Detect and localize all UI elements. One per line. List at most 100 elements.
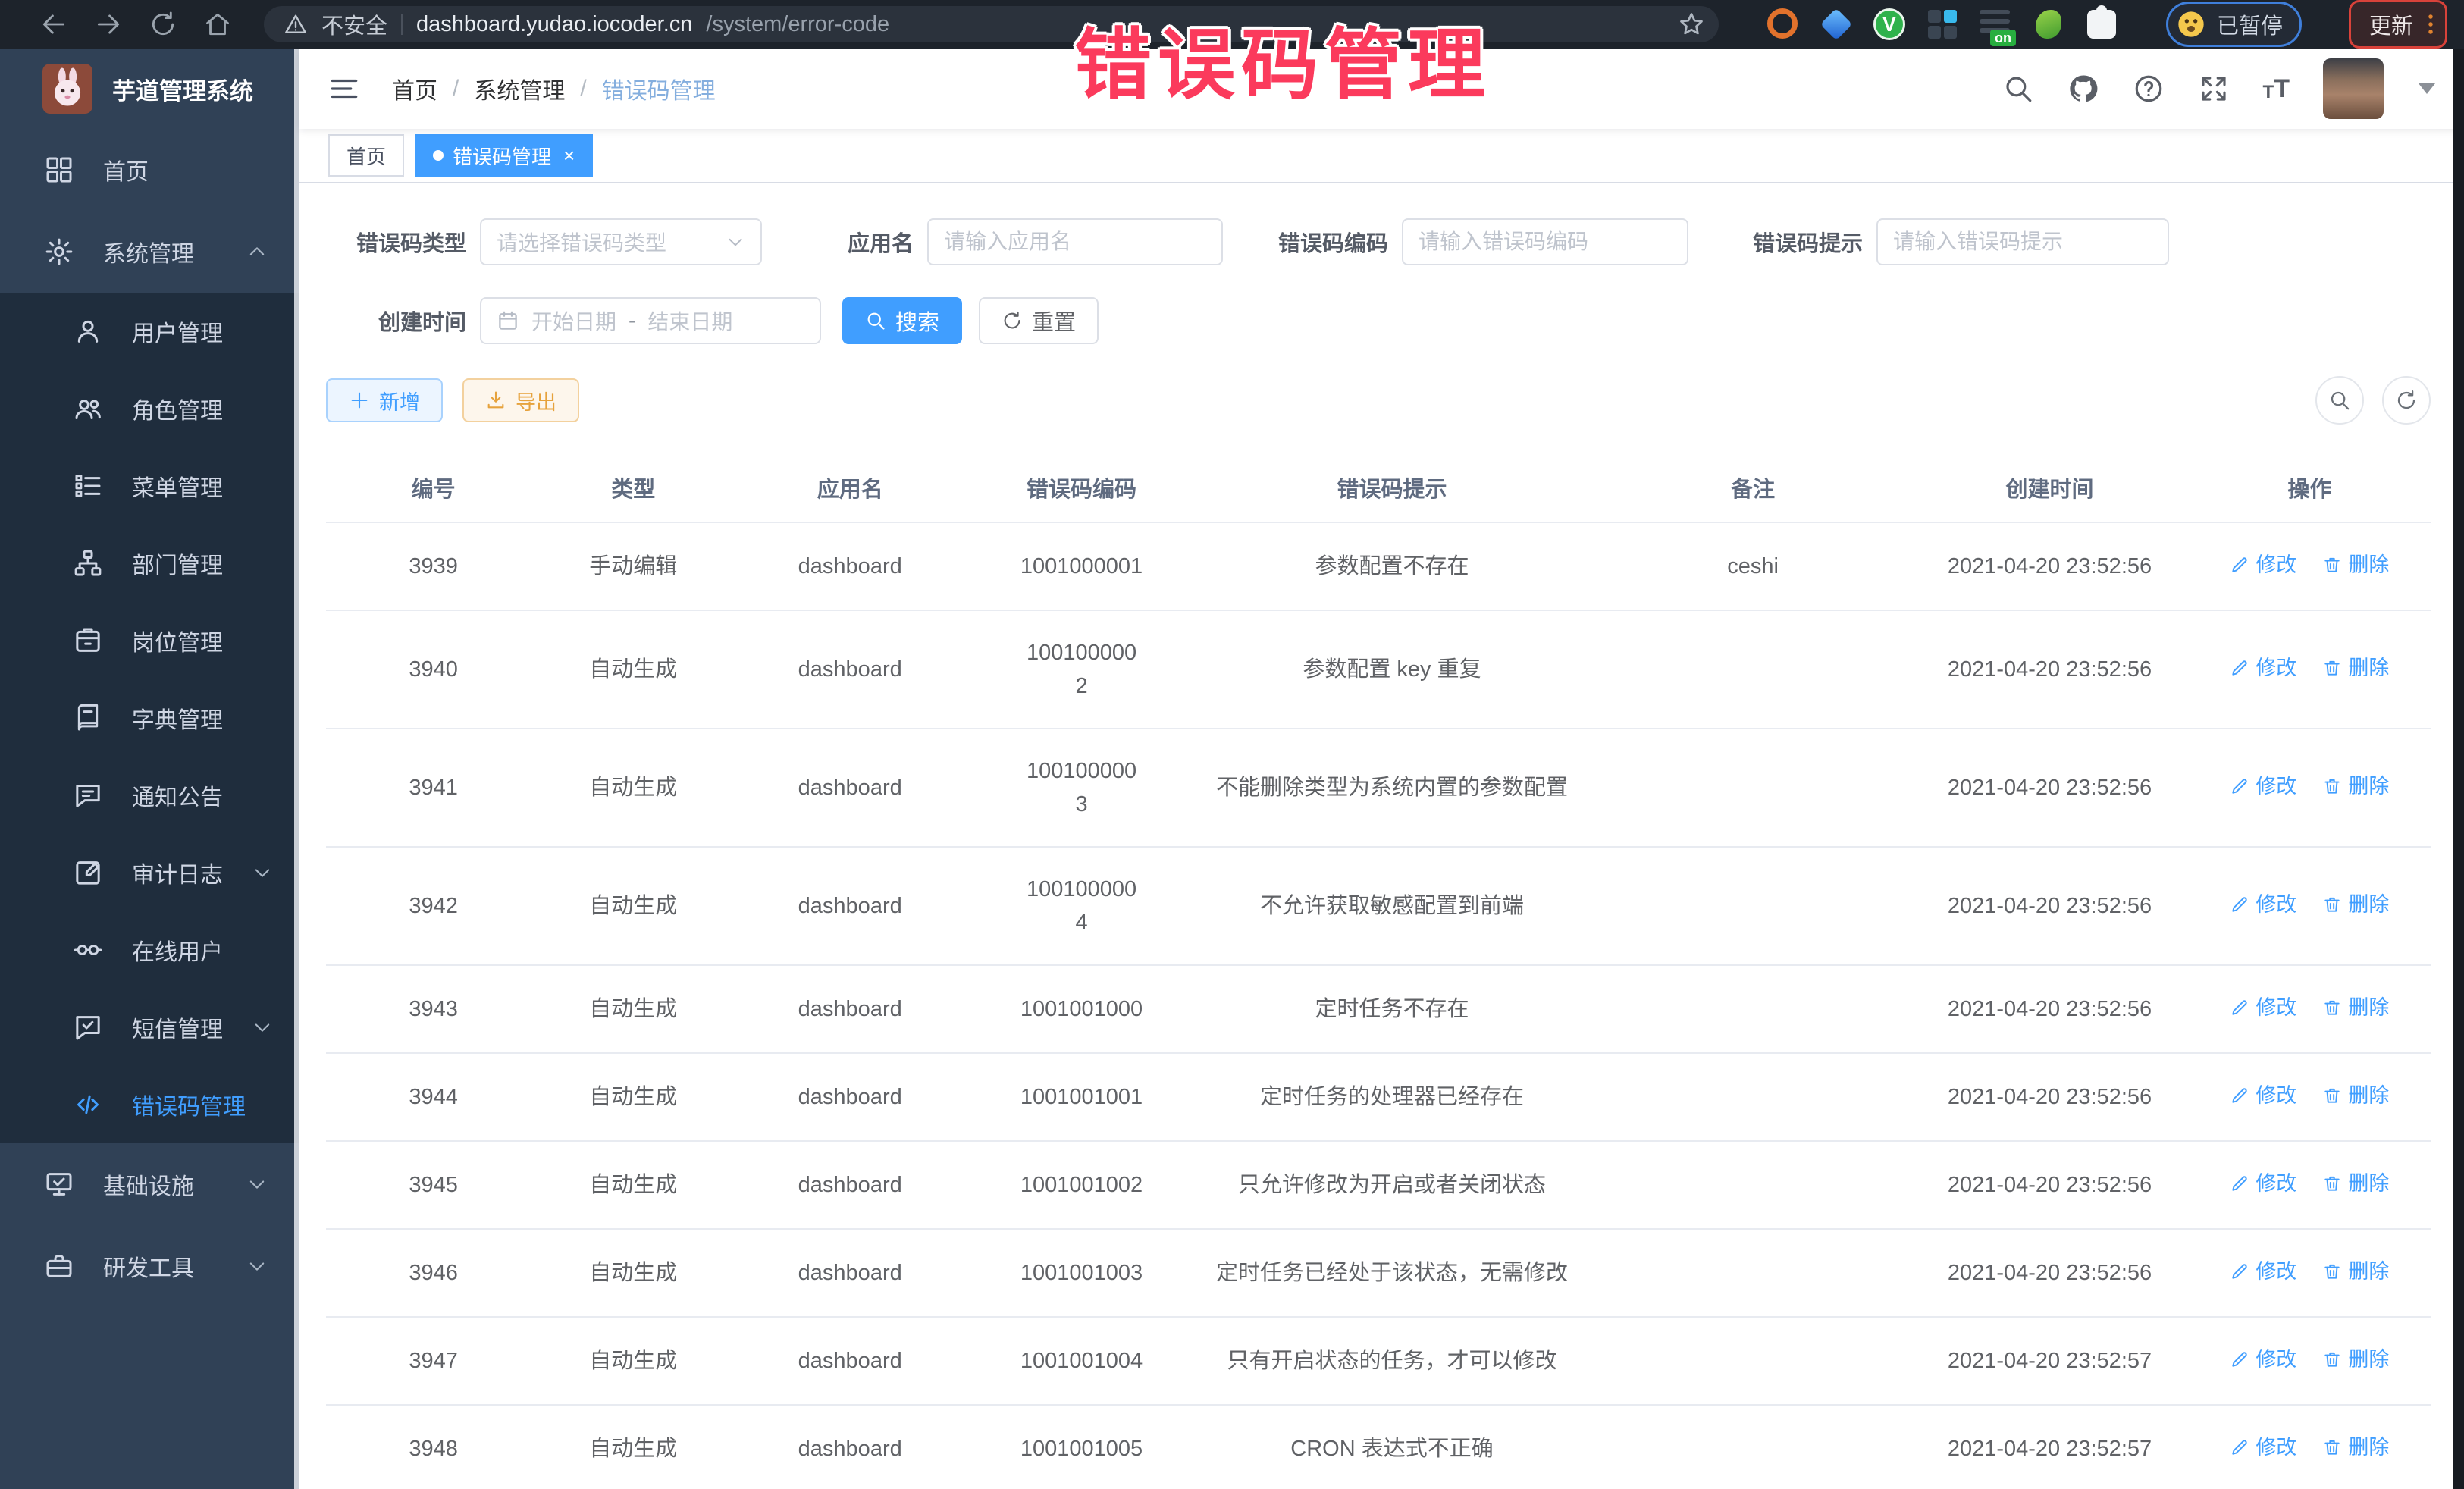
delete-link[interactable]: 删除	[2322, 651, 2389, 685]
bookmark-star-icon[interactable]	[1678, 11, 1705, 38]
speech-bubble-icon	[73, 780, 103, 810]
tab-home[interactable]: 首页	[328, 134, 404, 177]
sidebar-item-announcements[interactable]: 通知公告	[0, 757, 299, 834]
delete-link[interactable]: 删除	[2322, 548, 2389, 581]
home-icon[interactable]	[203, 10, 232, 39]
delete-link[interactable]: 删除	[2322, 1343, 2389, 1376]
edit-link[interactable]: 修改	[2230, 1079, 2296, 1112]
forward-icon[interactable]	[94, 10, 123, 39]
update-badge[interactable]: 更新	[2349, 0, 2447, 49]
extension-puzzle-icon[interactable]	[2086, 8, 2118, 40]
extension-gem-icon[interactable]	[1820, 8, 1852, 40]
edit-link[interactable]: 修改	[2230, 1255, 2296, 1288]
sidebar-item-online-users[interactable]: 在线用户	[0, 911, 299, 989]
delete-link[interactable]: 删除	[2322, 1431, 2389, 1464]
plus-icon	[349, 390, 370, 411]
browser-menu-icon[interactable]	[2427, 10, 2434, 39]
cell-remark	[1595, 965, 1911, 1053]
sidebar-item-departments[interactable]: 部门管理	[0, 525, 299, 602]
table-row: 3947 自动生成 dashboard 1001001004 只有开启状态的任务…	[326, 1317, 2431, 1405]
delete-link[interactable]: 删除	[2322, 1255, 2389, 1288]
paused-badge[interactable]: 已暂停	[2166, 2, 2302, 47]
edit-link[interactable]: 修改	[2230, 888, 2296, 921]
app-name-input[interactable]	[927, 218, 1223, 265]
date-range-picker[interactable]: 开始日期 - 结束日期	[480, 297, 821, 344]
warning-icon	[284, 12, 308, 36]
sidebar-item-roles[interactable]: 角色管理	[0, 370, 299, 447]
export-button[interactable]: 导出	[462, 378, 579, 422]
edit-link[interactable]: 修改	[2230, 548, 2296, 581]
sidebar: 芋道管理系统 首页 系统管理 用户管理 角色管理 菜单管理	[0, 49, 299, 1489]
add-button[interactable]: 新增	[326, 378, 443, 422]
extension-v-icon[interactable]: V	[1873, 8, 1905, 40]
sidebar-item-dictionary[interactable]: 字典管理	[0, 679, 299, 757]
security-label: 不安全	[321, 8, 387, 40]
sidebar-item-home[interactable]: 首页	[0, 129, 299, 211]
error-code-input[interactable]	[1402, 218, 1688, 265]
cell-remark	[1595, 1317, 1911, 1405]
cell-ops: 修改 删除	[2189, 1317, 2431, 1405]
extension-ring-icon[interactable]	[1767, 8, 1799, 40]
search-icon[interactable]	[2002, 73, 2034, 105]
close-icon[interactable]: ×	[563, 144, 575, 168]
cell-ops: 修改 删除	[2189, 965, 2431, 1053]
extension-sprout-icon[interactable]	[2033, 8, 2064, 40]
font-size-icon[interactable]: TT	[2263, 76, 2290, 102]
extension-on-icon[interactable]: on	[1980, 8, 2011, 40]
extension-grid-icon[interactable]	[1926, 8, 1958, 40]
window-scrollbar[interactable]	[2453, 49, 2464, 1489]
caret-down-icon[interactable]	[2419, 83, 2435, 94]
edit-link[interactable]: 修改	[2230, 1343, 2296, 1376]
breadcrumb-system[interactable]: 系统管理	[474, 72, 565, 105]
reset-button[interactable]: 重置	[979, 297, 1099, 344]
tab-error-code[interactable]: 错误码管理 ×	[415, 134, 593, 177]
edit-link[interactable]: 修改	[2230, 1167, 2296, 1200]
sidebar-item-infrastructure[interactable]: 基础设施	[0, 1143, 299, 1225]
error-hint-input[interactable]	[1876, 218, 2169, 265]
github-icon[interactable]	[2067, 73, 2099, 105]
table-row: 3939 手动编辑 dashboard 1001000001 参数配置不存在 c…	[326, 522, 2431, 610]
cell-ops: 修改 删除	[2189, 847, 2431, 965]
sidebar-item-label: 审计日志	[132, 856, 223, 889]
show-search-button[interactable]	[2315, 376, 2364, 425]
sidebar-item-error-code[interactable]: 错误码管理	[0, 1066, 299, 1143]
delete-link[interactable]: 删除	[2322, 991, 2389, 1024]
refresh-icon	[1002, 310, 1023, 331]
sidebar-item-dev-tools[interactable]: 研发工具	[0, 1225, 299, 1307]
trash-icon	[2322, 1437, 2342, 1457]
sidebar-item-audit-log[interactable]: 审计日志	[0, 834, 299, 911]
avatar[interactable]	[2323, 58, 2384, 119]
edit-link[interactable]: 修改	[2230, 1431, 2296, 1464]
sidebar-item-label: 通知公告	[132, 779, 223, 812]
fullscreen-icon[interactable]	[2198, 73, 2230, 105]
delete-link[interactable]: 删除	[2322, 888, 2389, 921]
sidebar-item-users[interactable]: 用户管理	[0, 293, 299, 370]
delete-link[interactable]: 删除	[2322, 1167, 2389, 1200]
edit-link[interactable]: 修改	[2230, 770, 2296, 803]
sidebar-item-menus[interactable]: 菜单管理	[0, 447, 299, 525]
error-type-select[interactable]: 请选择错误码类型	[480, 218, 762, 265]
back-icon[interactable]	[39, 10, 68, 39]
refresh-table-button[interactable]	[2382, 376, 2431, 425]
reload-icon[interactable]	[149, 10, 177, 39]
cell-time: 2021-04-20 23:52:57	[1911, 1317, 2188, 1405]
help-icon[interactable]	[2133, 73, 2165, 105]
hamburger-icon[interactable]	[328, 73, 360, 105]
address-bar[interactable]: 不安全 dashboard.yudao.iocoder.cn/system/er…	[264, 6, 1719, 42]
sidebar-item-sms[interactable]: 短信管理	[0, 989, 299, 1066]
extensions-strip: V on	[1767, 8, 2118, 40]
tab-label: 错误码管理	[453, 142, 551, 170]
sidebar-item-positions[interactable]: 岗位管理	[0, 602, 299, 679]
cell-time: 2021-04-20 23:52:57	[1911, 1405, 2188, 1489]
edit-link[interactable]: 修改	[2230, 651, 2296, 685]
app-logo-row[interactable]: 芋道管理系统	[0, 49, 299, 129]
chevron-down-icon	[726, 232, 745, 252]
search-button[interactable]: 搜索	[842, 297, 962, 344]
sidebar-item-system[interactable]: 系统管理	[0, 211, 299, 293]
breadcrumb-home[interactable]: 首页	[392, 72, 437, 105]
url-host: dashboard.yudao.iocoder.cn	[416, 12, 692, 37]
edit-link[interactable]: 修改	[2230, 991, 2296, 1024]
reset-button-label: 重置	[1032, 305, 1076, 337]
delete-link[interactable]: 删除	[2322, 770, 2389, 803]
delete-link[interactable]: 删除	[2322, 1079, 2389, 1112]
